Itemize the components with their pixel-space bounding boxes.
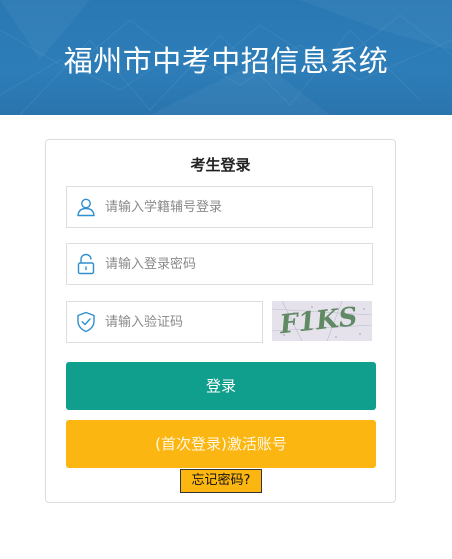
- shield-check-icon: [67, 302, 105, 342]
- login-title: 考生登录: [190, 156, 251, 174]
- lock-icon: [67, 244, 105, 284]
- password-input[interactable]: [105, 245, 372, 283]
- captcha-field[interactable]: [66, 301, 263, 343]
- header-banner: 福州市中考中招信息系统: [0, 0, 452, 115]
- system-title: 福州市中考中招信息系统: [63, 44, 389, 78]
- activate-account-button[interactable]: (首次登录)激活账号: [66, 420, 376, 468]
- password-field[interactable]: [66, 243, 373, 285]
- login-button[interactable]: 登录: [66, 362, 376, 410]
- captcha-image[interactable]: F1KS: [271, 300, 373, 342]
- username-field[interactable]: [66, 186, 373, 228]
- captcha-input[interactable]: [105, 303, 262, 341]
- username-input[interactable]: [105, 188, 372, 226]
- user-icon: [67, 187, 105, 227]
- forgot-password-button[interactable]: 忘记密码?: [180, 469, 262, 493]
- login-card: 考生登录 请输入学籍辅号登录 请输入验证码 F1KS 登录 (首次登录)激活账号…: [45, 139, 396, 503]
